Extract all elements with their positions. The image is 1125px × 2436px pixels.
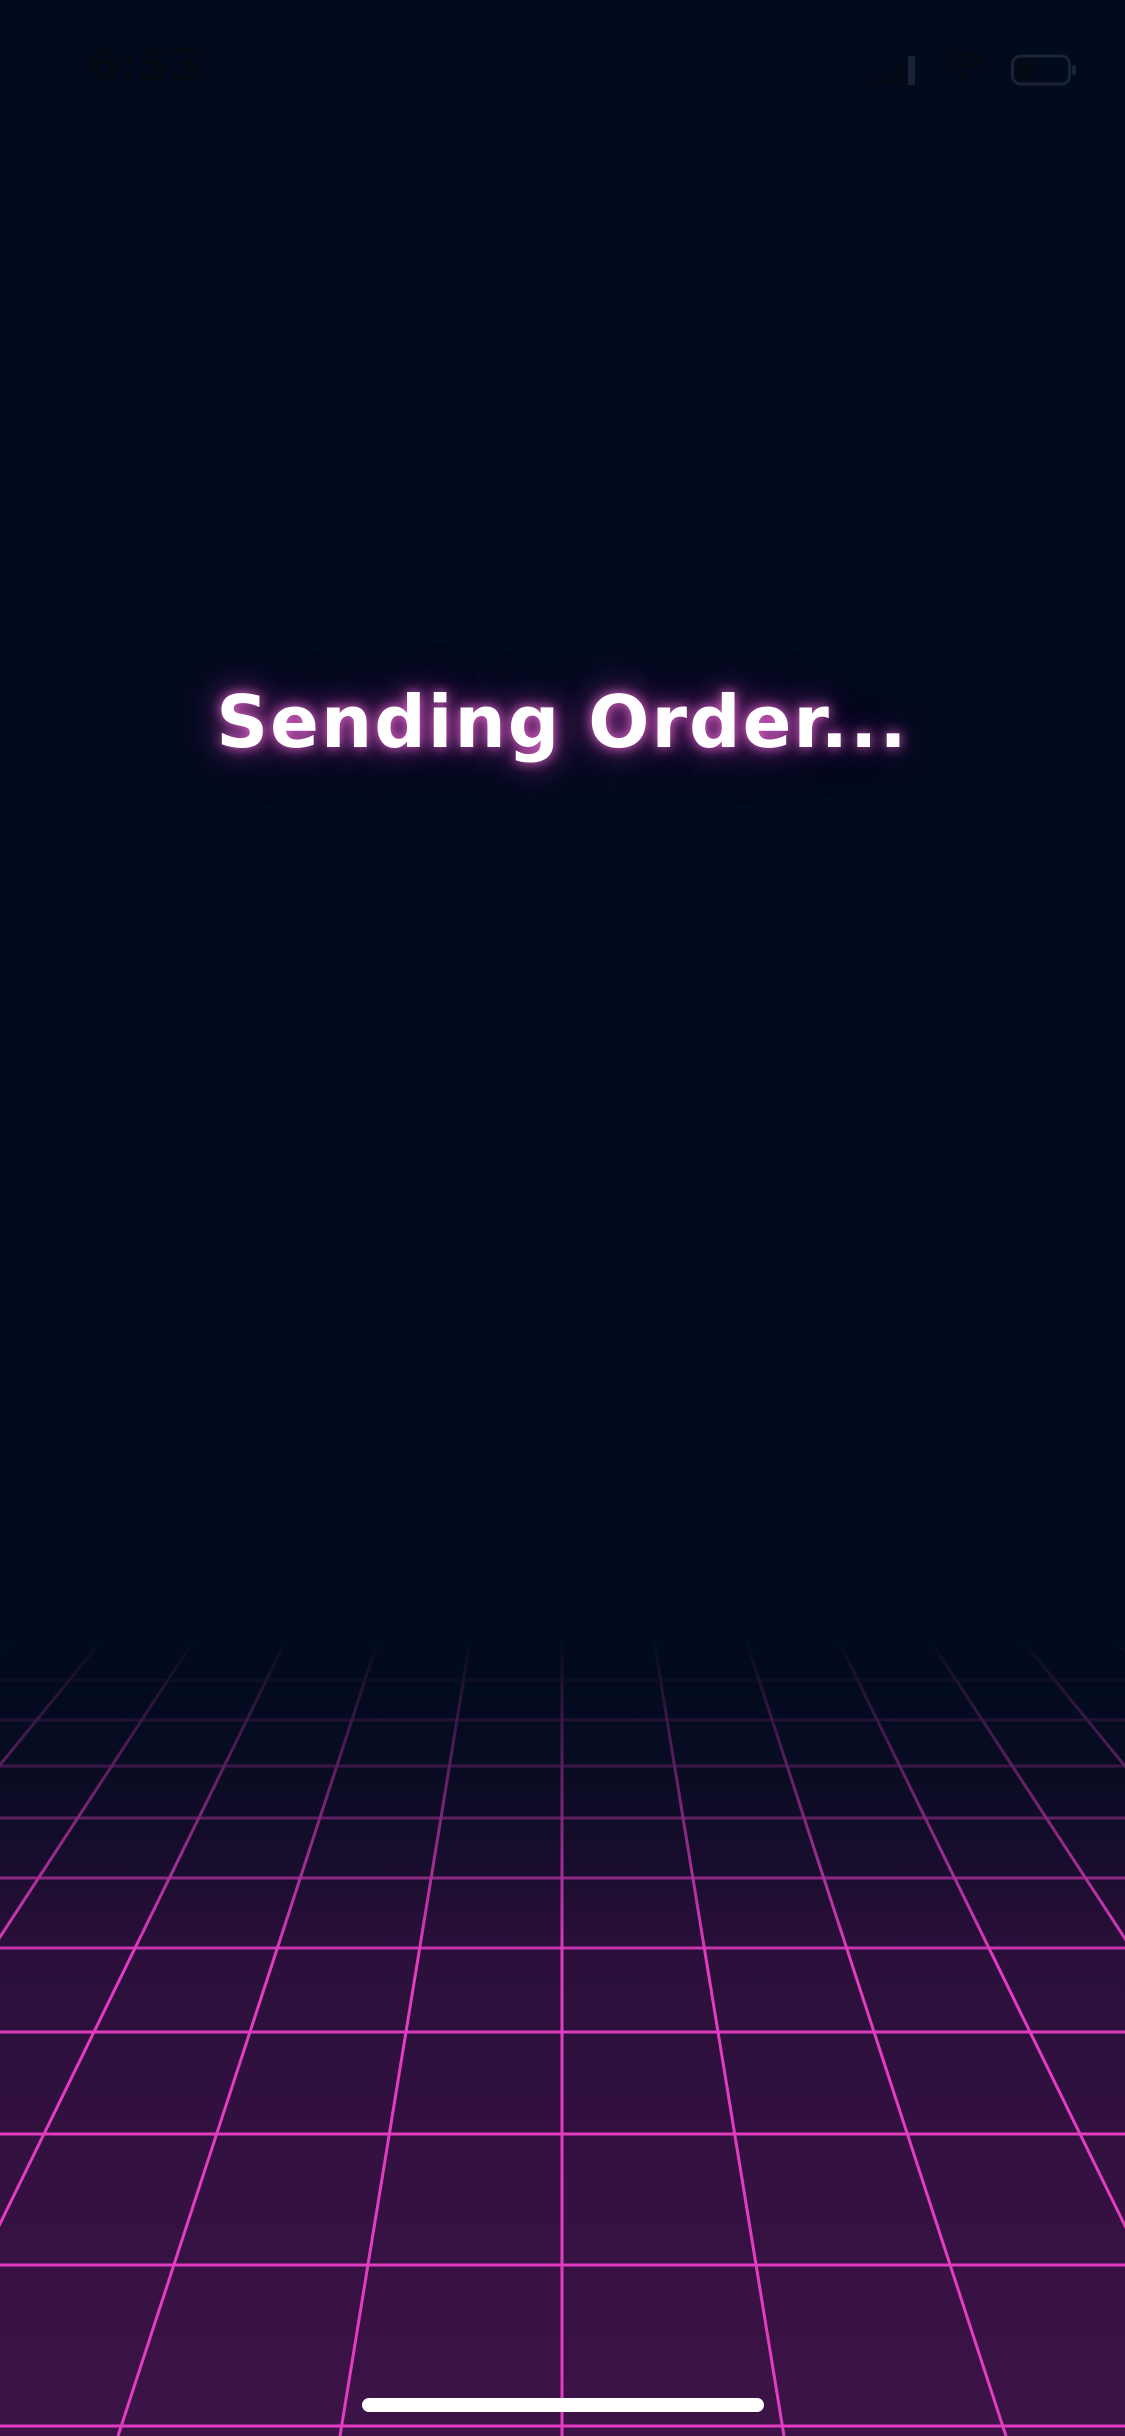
wifi-icon [941, 54, 985, 86]
status-bar: 6:53 [0, 0, 1125, 140]
cellular-signal-icon [875, 55, 915, 85]
status-icons [875, 50, 1077, 90]
sending-order-message: Sending Order... [216, 680, 909, 764]
home-indicator[interactable] [362, 2398, 764, 2412]
status-time: 6:53 [88, 40, 202, 91]
sending-order-screen: 6:53 Sending Order... [0, 0, 1125, 2436]
battery-icon [1011, 54, 1077, 86]
neon-grid-floor [0, 1640, 1125, 2436]
